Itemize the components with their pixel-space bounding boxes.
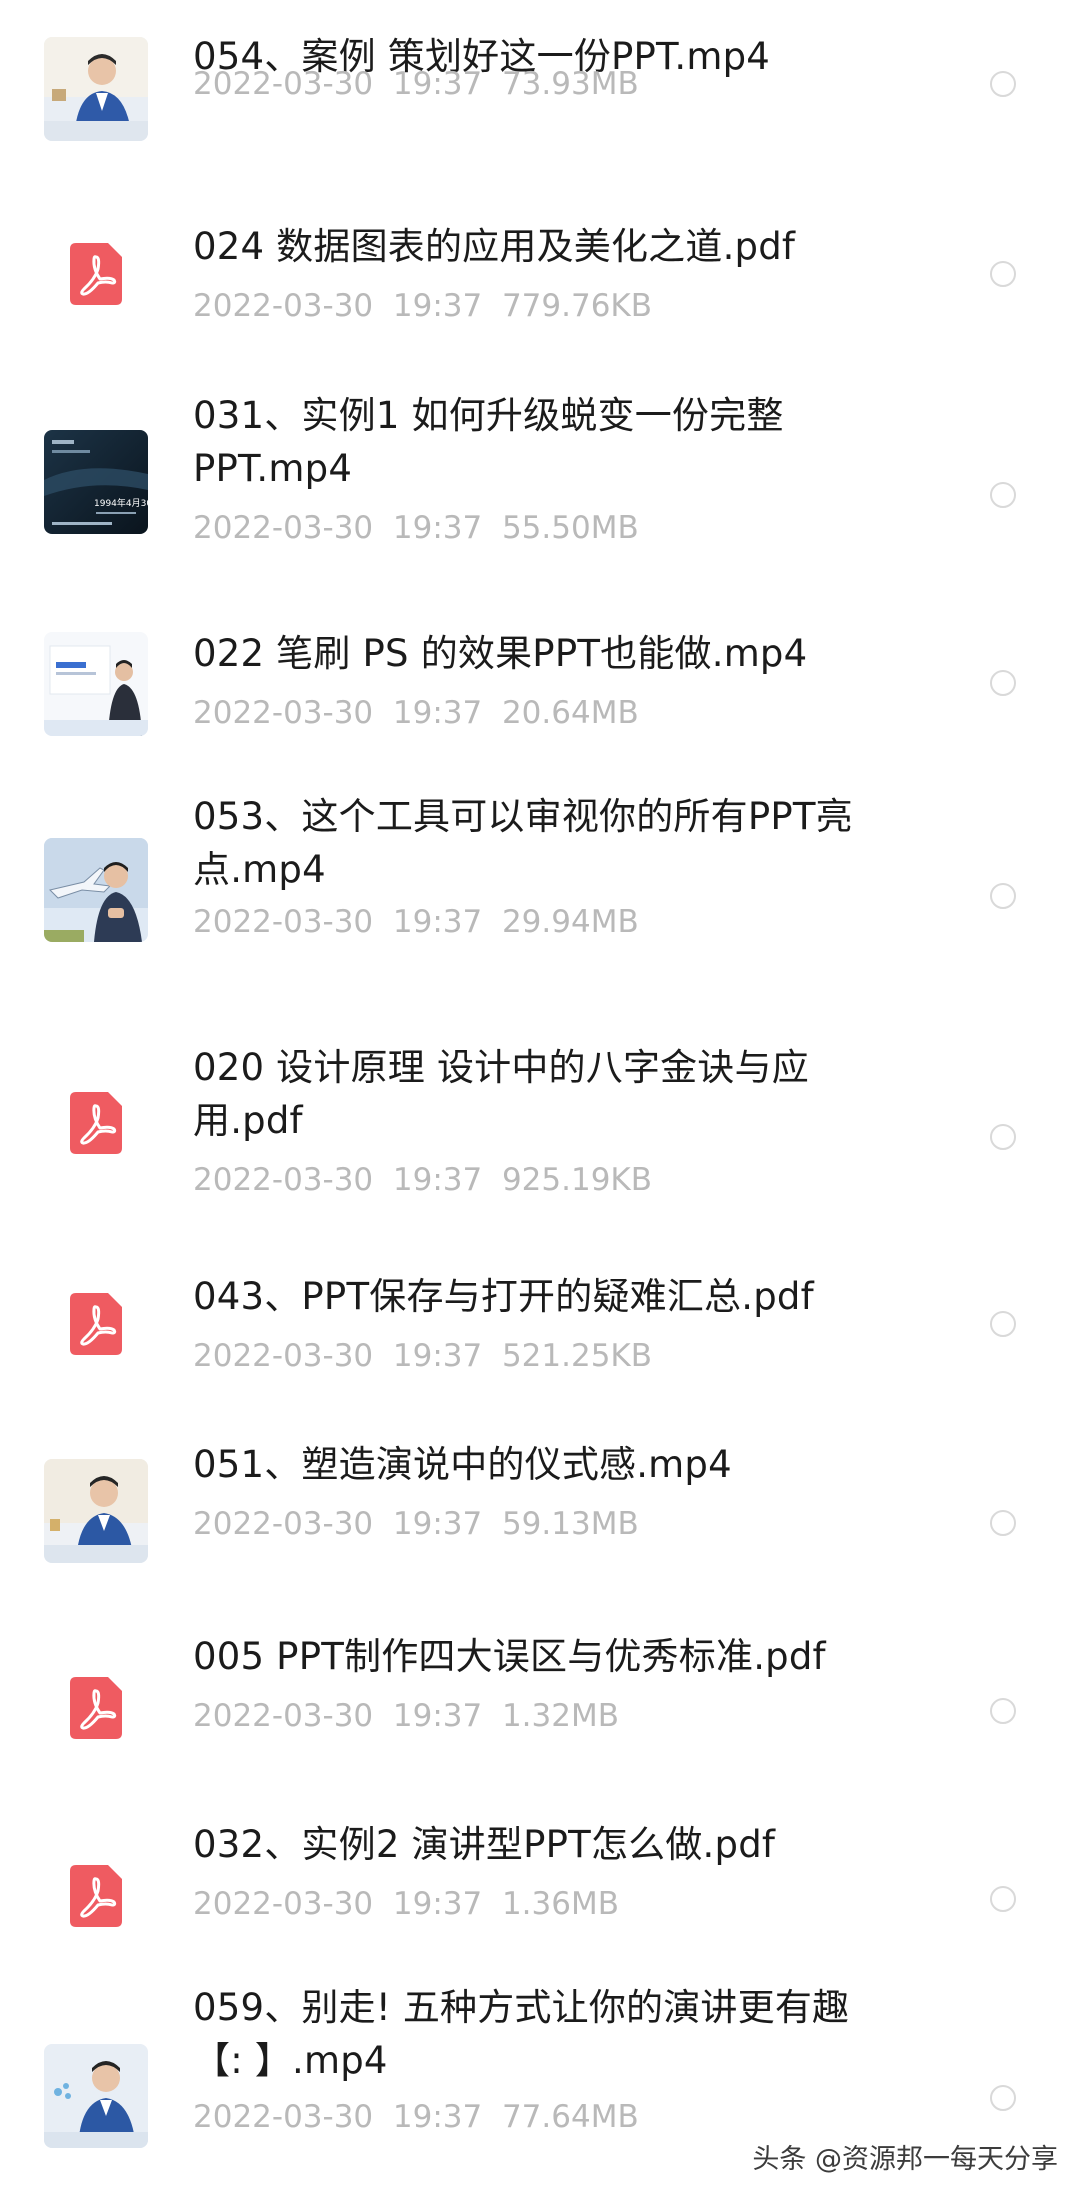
file-date: 2022-03-30 <box>193 1162 374 1198</box>
file-size: 20.64MB <box>501 695 639 731</box>
file-row[interactable]: 005 PPT制作四大误区与优秀标准.pdf 2022-03-30 19:37 … <box>0 1630 1080 1790</box>
select-radio[interactable] <box>990 1311 1016 1337</box>
video-thumbnail[interactable] <box>44 632 148 736</box>
file-size: 77.64MB <box>501 2099 639 2135</box>
file-time: 19:37 <box>392 66 483 102</box>
file-date: 2022-03-30 <box>193 66 374 102</box>
file-time: 19:37 <box>392 510 483 546</box>
select-radio[interactable] <box>990 2085 1016 2111</box>
file-time: 19:37 <box>392 695 483 731</box>
file-name: 032、实例2 演讲型PPT怎么做.pdf <box>193 1823 776 1866</box>
file-row[interactable]: 043、PPT保存与打开的疑难汇总.pdf 2022-03-30 19:37 5… <box>0 1260 1080 1420</box>
file-name: 053、这个工具可以审视你的所有PPT亮点.mp4 <box>193 795 853 891</box>
file-name: 031、实例1 如何升级蜕变一份完整PPT.mp4 <box>193 394 784 490</box>
video-thumbnail[interactable] <box>44 1459 148 1563</box>
file-date: 2022-03-30 <box>193 2099 374 2135</box>
file-time: 19:37 <box>392 904 483 940</box>
file-time: 19:37 <box>392 1506 483 1542</box>
select-radio[interactable] <box>990 1124 1016 1150</box>
file-row[interactable]: 024 数据图表的应用及美化之道.pdf 2022-03-30 19:37 77… <box>0 190 1080 350</box>
file-date: 2022-03-30 <box>193 1698 374 1734</box>
file-meta: 2022-03-30 19:37 925.19KB <box>193 1160 652 1200</box>
file-meta: 2022-03-30 19:37 73.93MB <box>193 64 639 104</box>
select-radio[interactable] <box>990 71 1016 97</box>
presenter-icon <box>44 1459 148 1563</box>
video-thumbnail[interactable] <box>44 2044 148 2148</box>
file-row[interactable]: 032、实例2 演讲型PPT怎么做.pdf 2022-03-30 19:37 1… <box>0 1820 1080 1980</box>
file-time: 19:37 <box>392 1162 483 1198</box>
file-size: 925.19KB <box>501 1162 653 1198</box>
file-size: 55.50MB <box>501 510 639 546</box>
file-name: 043、PPT保存与打开的疑难汇总.pdf <box>193 1275 814 1318</box>
file-date: 2022-03-30 <box>193 1506 374 1542</box>
file-date: 2022-03-30 <box>193 695 374 731</box>
file-meta: 2022-03-30 19:37 521.25KB <box>193 1336 652 1376</box>
file-size: 1.36MB <box>501 1886 619 1922</box>
file-row[interactable]: 053、这个工具可以审视你的所有PPT亮点.mp4 2022-03-30 19:… <box>0 795 1080 990</box>
file-size: 521.25KB <box>501 1338 653 1374</box>
file-time: 19:37 <box>392 1338 483 1374</box>
watermark: 头条 @资源邦一每天分享 <box>752 2144 1058 2175</box>
file-size: 1.32MB <box>501 1698 619 1734</box>
file-date: 2022-03-30 <box>193 904 374 940</box>
file-meta: 2022-03-30 19:37 77.64MB <box>193 2097 639 2137</box>
file-name: 051、塑造演说中的仪式感.mp4 <box>193 1443 732 1486</box>
file-size: 59.13MB <box>501 1506 639 1542</box>
file-row[interactable]: 022 笔刷 PS 的效果PPT也能做.mp4 2022-03-30 19:37… <box>0 620 1080 780</box>
file-date: 2022-03-30 <box>193 1886 374 1922</box>
file-row[interactable]: 1994年4月30日 031、实例1 如何升级蜕变一份完整PPT.mp4 202… <box>0 394 1080 580</box>
file-name: 024 数据图表的应用及美化之道.pdf <box>193 225 796 268</box>
dark-slide-icon: 1994年4月30日 <box>44 430 148 534</box>
file-meta: 2022-03-30 19:37 29.94MB <box>193 902 639 942</box>
pdf-icon <box>70 1092 122 1154</box>
file-meta: 2022-03-30 19:37 20.64MB <box>193 693 639 733</box>
select-radio[interactable] <box>990 1886 1016 1912</box>
select-radio[interactable] <box>990 1510 1016 1536</box>
file-name: 059、别走! 五种方式让你的演讲更有趣【: 】.mp4 <box>193 1986 850 2082</box>
file-row[interactable]: 051、塑造演说中的仪式感.mp4 2022-03-30 19:37 59.13… <box>0 1440 1080 1600</box>
file-meta: 2022-03-30 19:37 1.36MB <box>193 1884 619 1924</box>
select-radio[interactable] <box>990 261 1016 287</box>
file-list: 054、案例 策划好这一份PPT.mp4 2022-03-30 19:37 73… <box>0 0 1080 2194</box>
video-thumbnail[interactable] <box>44 37 148 141</box>
airplane-presenter-icon <box>44 838 148 942</box>
presenter-icon <box>44 37 148 141</box>
file-name: 005 PPT制作四大误区与优秀标准.pdf <box>193 1635 826 1678</box>
file-date: 2022-03-30 <box>193 288 374 324</box>
file-name: 020 设计原理 设计中的八字金诀与应用.pdf <box>193 1046 809 1142</box>
presenter-icon <box>44 2044 148 2148</box>
file-meta: 2022-03-30 19:37 55.50MB <box>193 508 639 548</box>
file-meta: 2022-03-30 19:37 779.76KB <box>193 286 652 326</box>
select-radio[interactable] <box>990 1698 1016 1724</box>
file-meta: 2022-03-30 19:37 1.32MB <box>193 1696 619 1736</box>
file-time: 19:37 <box>392 1886 483 1922</box>
select-radio[interactable] <box>990 670 1016 696</box>
file-name: 022 笔刷 PS 的效果PPT也能做.mp4 <box>193 632 808 675</box>
file-size: 29.94MB <box>501 904 639 940</box>
video-thumbnail[interactable]: 1994年4月30日 <box>44 430 148 534</box>
select-radio[interactable] <box>990 482 1016 508</box>
pdf-icon <box>70 1865 122 1927</box>
video-thumbnail[interactable] <box>44 838 148 942</box>
file-time: 19:37 <box>392 1698 483 1734</box>
file-row[interactable]: 054、案例 策划好这一份PPT.mp4 2022-03-30 19:37 73… <box>0 0 1080 160</box>
file-size: 73.93MB <box>501 66 639 102</box>
slide-presenter-icon <box>44 632 148 736</box>
svg-text:1994年4月30日: 1994年4月30日 <box>94 497 148 509</box>
file-size: 779.76KB <box>501 288 653 324</box>
pdf-icon <box>70 1293 122 1355</box>
file-meta: 2022-03-30 19:37 59.13MB <box>193 1504 639 1544</box>
file-time: 19:37 <box>392 288 483 324</box>
file-date: 2022-03-30 <box>193 510 374 546</box>
file-date: 2022-03-30 <box>193 1338 374 1374</box>
pdf-icon <box>70 243 122 305</box>
file-row[interactable]: 020 设计原理 设计中的八字金诀与应用.pdf 2022-03-30 19:3… <box>0 1040 1080 1220</box>
file-time: 19:37 <box>392 2099 483 2135</box>
select-radio[interactable] <box>990 883 1016 909</box>
pdf-icon <box>70 1677 122 1739</box>
